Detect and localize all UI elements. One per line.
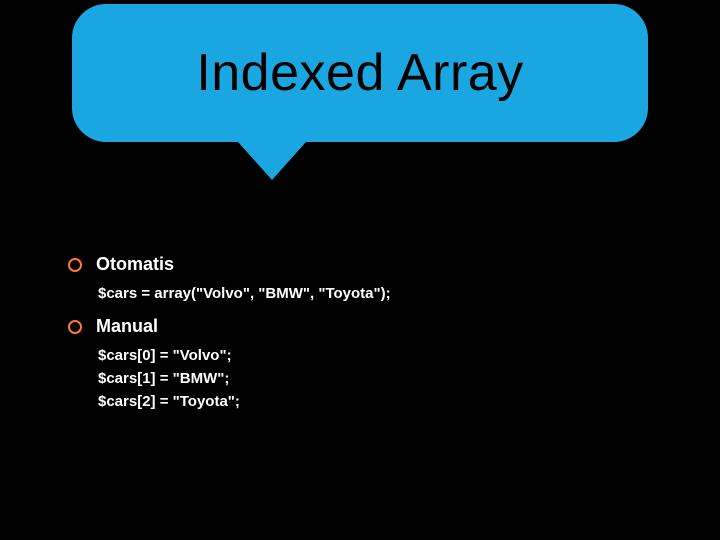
- bullet-label: Manual: [96, 316, 158, 337]
- code-line: $cars[1] = "BMW";: [98, 370, 391, 387]
- code-block-otomatis: $cars = array("Volvo", "BMW", "Toyota");: [68, 285, 391, 302]
- code-block-manual: $cars[0] = "Volvo"; $cars[1] = "BMW"; $c…: [68, 347, 391, 410]
- bullet-manual: Manual: [68, 316, 391, 337]
- bullet-otomatis: Otomatis: [68, 254, 391, 275]
- circle-bullet-icon: [68, 258, 82, 272]
- code-line: $cars[2] = "Toyota";: [98, 393, 391, 410]
- slide-content: Otomatis $cars = array("Volvo", "BMW", "…: [68, 254, 391, 416]
- slide-title: Indexed Array: [196, 43, 523, 103]
- code-line: $cars = array("Volvo", "BMW", "Toyota");: [98, 285, 391, 302]
- title-pointer: [238, 142, 306, 180]
- bullet-label: Otomatis: [96, 254, 174, 275]
- title-box: Indexed Array: [72, 4, 648, 142]
- circle-bullet-icon: [68, 320, 82, 334]
- slide-subtitle: >> Array dengan indeks numerik: [68, 202, 470, 233]
- code-line: $cars[0] = "Volvo";: [98, 347, 391, 364]
